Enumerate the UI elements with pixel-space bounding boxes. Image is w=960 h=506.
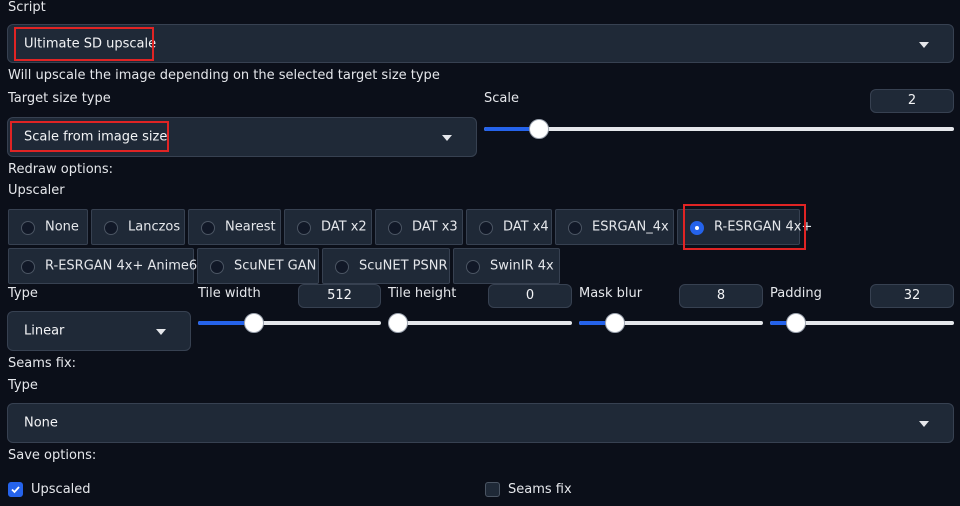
padding-slider[interactable]: [770, 311, 954, 335]
radio-label: R-ESRGAN 4x+: [714, 219, 813, 235]
tile-height-label: Tile height: [388, 286, 457, 301]
radio-label: ScuNET GAN: [234, 258, 317, 274]
radio-scunet-psnr[interactable]: ScuNET PSNR: [322, 248, 450, 284]
tile-height-slider[interactable]: [388, 311, 572, 335]
radio-circle: [466, 260, 480, 274]
radio-swinir-4x[interactable]: SwinIR 4x: [453, 248, 560, 284]
slider-thumb[interactable]: [786, 313, 807, 333]
tile-height-number-input[interactable]: 0: [488, 284, 572, 308]
radio-label: ScuNET PSNR: [359, 258, 448, 274]
slider-fill: [198, 321, 250, 325]
radio-label: Nearest: [225, 219, 276, 235]
slider-thumb[interactable]: [388, 313, 408, 333]
mask-blur-number-input[interactable]: 8: [679, 284, 763, 308]
radio-circle: [335, 260, 349, 274]
seams-fix-checkbox-label: Seams fix: [508, 482, 572, 497]
redraw-type-label: Type: [8, 286, 38, 301]
target-size-dropdown[interactable]: Scale from image size: [7, 117, 477, 157]
seams-fix-type-value: None: [24, 415, 58, 431]
upscaled-checkbox[interactable]: [8, 482, 23, 497]
redraw-options-label: Redraw options:: [8, 162, 114, 177]
redraw-type-dropdown[interactable]: Linear: [7, 311, 191, 351]
tile-width-slider[interactable]: [198, 311, 381, 335]
scale-number-input[interactable]: 2: [870, 89, 954, 113]
chevron-down-icon: [156, 329, 166, 335]
scale-slider[interactable]: [484, 117, 954, 141]
seams-fix-section-label: Seams fix:: [8, 356, 77, 371]
slider-track: [484, 127, 954, 131]
radio-nearest[interactable]: Nearest: [188, 209, 281, 245]
seams-fix-type-label: Type: [8, 378, 38, 393]
radio-lanczos[interactable]: Lanczos: [91, 209, 185, 245]
slider-thumb[interactable]: [605, 313, 626, 333]
radio-circle: [690, 221, 704, 235]
target-size-value: Scale from image size: [24, 129, 168, 145]
scale-label: Scale: [484, 91, 519, 106]
tile-width-number-input[interactable]: 512: [298, 284, 381, 308]
radio-dat-x4[interactable]: DAT x4: [466, 209, 552, 245]
chevron-down-icon: [919, 421, 929, 427]
tile-width-label: Tile width: [198, 286, 261, 301]
slider-thumb[interactable]: [529, 119, 549, 139]
radio-label: None: [45, 219, 79, 235]
radio-label: DAT x2: [321, 219, 367, 235]
radio-circle: [210, 260, 224, 274]
chevron-down-icon: [442, 135, 452, 141]
radio-r-esrgan-4x-plus-anime6b[interactable]: R-ESRGAN 4x+ Anime6B: [8, 248, 206, 284]
radio-scunet-gan[interactable]: ScuNET GAN: [197, 248, 319, 284]
upscaler-label: Upscaler: [8, 183, 65, 198]
radio-circle: [568, 221, 582, 235]
padding-label: Padding: [770, 286, 822, 301]
radio-r-esrgan-4x-plus[interactable]: R-ESRGAN 4x+: [677, 209, 812, 245]
padding-number-input[interactable]: 32: [870, 284, 954, 308]
upscaled-checkbox-label: Upscaled: [31, 482, 91, 497]
radio-label: ESRGAN_4x: [592, 219, 669, 235]
radio-circle: [388, 221, 402, 235]
radio-label: R-ESRGAN 4x+ Anime6B: [45, 258, 207, 274]
slider-fill: [579, 321, 609, 325]
radio-circle: [104, 221, 118, 235]
radio-esrgan-4x[interactable]: ESRGAN_4x: [555, 209, 674, 245]
slider-fill: [484, 127, 531, 131]
mask-blur-slider[interactable]: [579, 311, 763, 335]
radio-circle: [297, 221, 311, 235]
script-dropdown[interactable]: Ultimate SD upscale: [7, 24, 954, 63]
radio-circle: [21, 260, 35, 274]
radio-dat-x2[interactable]: DAT x2: [284, 209, 372, 245]
script-label: Script: [8, 0, 46, 15]
redraw-type-value: Linear: [24, 323, 65, 339]
radio-label: SwinIR 4x: [490, 258, 554, 274]
description-text: Will upscale the image depending on the …: [8, 68, 440, 83]
radio-circle: [21, 221, 35, 235]
slider-track: [388, 321, 572, 325]
slider-thumb[interactable]: [243, 313, 264, 333]
radio-circle: [201, 221, 215, 235]
radio-label: DAT x3: [412, 219, 458, 235]
target-size-label: Target size type: [8, 91, 111, 106]
radio-circle: [479, 221, 493, 235]
save-options-label: Save options:: [8, 448, 97, 463]
chevron-down-icon: [919, 41, 929, 48]
radio-label: Lanczos: [128, 219, 181, 235]
seams-fix-checkbox[interactable]: [485, 482, 500, 497]
radio-none[interactable]: None: [8, 209, 88, 245]
seams-fix-type-dropdown[interactable]: None: [7, 403, 954, 443]
radio-label: DAT x4: [503, 219, 549, 235]
script-dropdown-value: Ultimate SD upscale: [24, 36, 157, 51]
radio-dat-x3[interactable]: DAT x3: [375, 209, 463, 245]
check-icon: [11, 486, 20, 494]
mask-blur-label: Mask blur: [579, 286, 643, 301]
